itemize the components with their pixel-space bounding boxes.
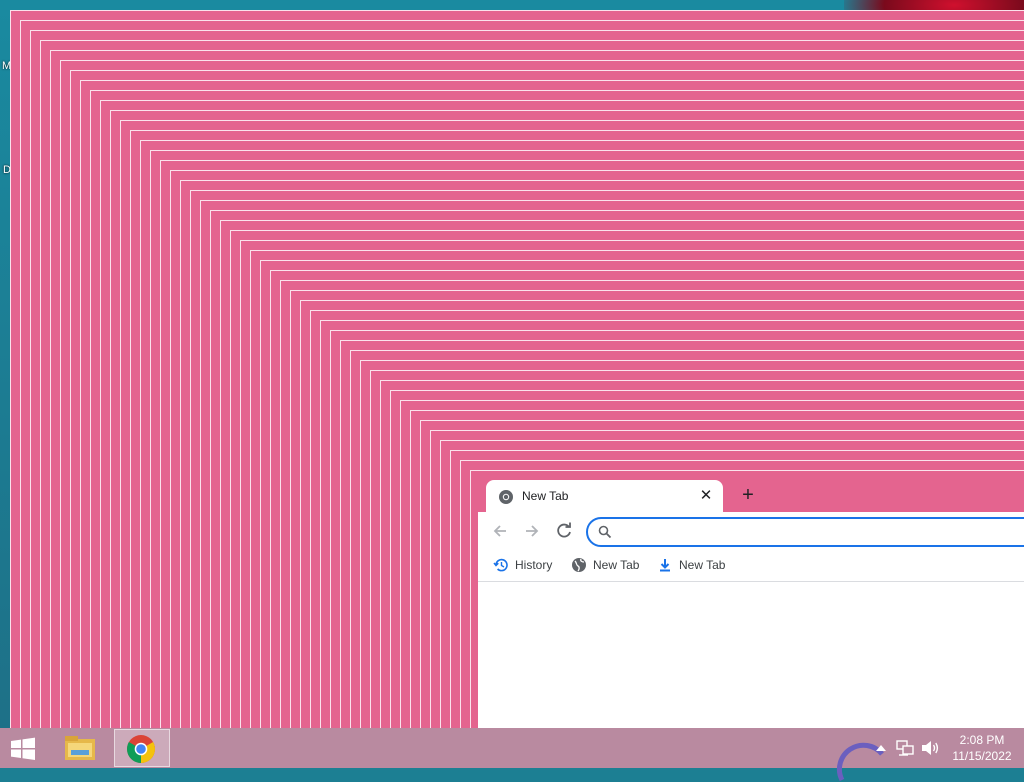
bookmark-label: New Tab	[593, 558, 640, 572]
page-content[interactable]	[478, 582, 1024, 730]
ghost-caption-buttons	[1001, 74, 1024, 81]
globe-icon	[572, 558, 586, 572]
file-explorer-icon[interactable]	[60, 730, 100, 766]
ghost-caption-buttons	[941, 14, 965, 21]
close-tab-button[interactable]: ✕	[697, 487, 715, 505]
forward-arrow-icon[interactable]	[521, 520, 543, 542]
clock-date: 11/15/2022	[952, 749, 1012, 763]
bookmark-new-tab-1[interactable]: New Tab	[571, 556, 646, 574]
ghost-caption-buttons	[971, 44, 995, 51]
browser-toolbar	[478, 512, 1024, 549]
ghost-caption-buttons	[981, 54, 1005, 61]
address-input[interactable]	[618, 522, 1024, 544]
taskbar: 2:08 PM 11/15/2022	[0, 728, 1024, 782]
ghost-caption-buttons	[961, 34, 985, 41]
back-arrow-icon[interactable]	[489, 520, 511, 542]
chrome-logo-icon	[127, 735, 155, 763]
bookmark-label: History	[515, 558, 553, 572]
history-icon	[493, 558, 508, 572]
tab-strip: New Tab ✕ +	[478, 478, 1024, 512]
ghost-caption-buttons	[991, 64, 1015, 71]
ghost-caption-buttons	[951, 24, 975, 31]
tab-new-tab[interactable]: New Tab ✕	[486, 480, 723, 512]
bookmark-new-tab-2[interactable]: New Tab	[657, 556, 732, 574]
bookmarks-bar: History New Tab New Tab	[478, 549, 1024, 582]
windows-start-icon[interactable]	[8, 734, 38, 764]
download-icon	[660, 559, 670, 572]
search-icon	[598, 525, 612, 539]
clock-time: 2:08 PM	[959, 733, 1005, 747]
bookmark-label: New Tab	[679, 558, 726, 572]
chrome-taskbar-button[interactable]	[114, 729, 170, 767]
address-bar[interactable]	[586, 517, 1024, 547]
reload-icon[interactable]	[553, 520, 575, 542]
network-icon[interactable]	[896, 739, 914, 757]
ghost-caption-buttons	[931, 4, 955, 11]
bookmark-history[interactable]: History	[493, 556, 563, 574]
system-clock[interactable]: 2:08 PM 11/15/2022	[944, 732, 1020, 764]
new-tab-button[interactable]: +	[737, 485, 759, 507]
tab-title: New Tab	[522, 489, 569, 503]
chrome-icon	[499, 490, 513, 504]
volume-icon[interactable]	[920, 739, 940, 757]
show-hidden-icons-icon[interactable]	[874, 742, 888, 754]
chrome-window[interactable]: New Tab ✕ + History New Tab New Tab	[478, 478, 1024, 730]
